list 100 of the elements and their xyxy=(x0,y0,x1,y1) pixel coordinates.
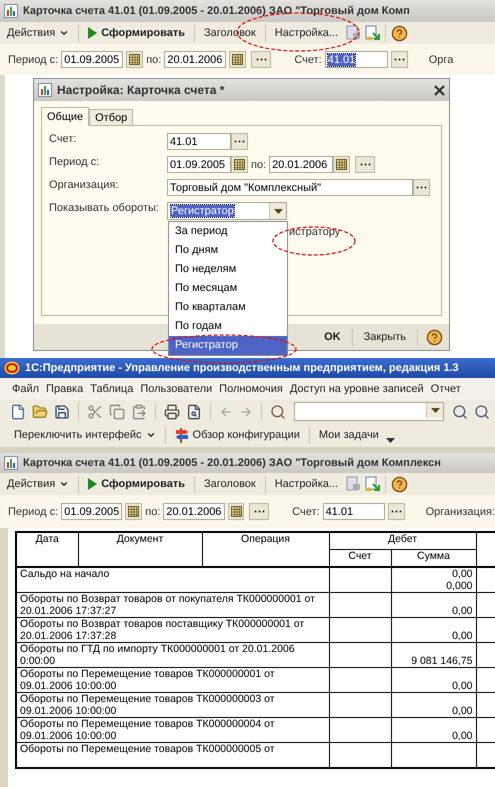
menu-item[interactable]: Файл xyxy=(10,382,42,396)
paste-icon[interactable] xyxy=(131,404,147,420)
period-select-button[interactable] xyxy=(249,503,270,520)
signpost-icon xyxy=(174,427,189,443)
search-icon[interactable] xyxy=(270,404,286,420)
caret-icon xyxy=(430,408,440,413)
document-arrow-icon[interactable] xyxy=(364,476,380,492)
organization-field[interactable]: Торговый дом "Комплексный" xyxy=(167,179,413,196)
menu-item[interactable]: Таблица xyxy=(88,382,136,396)
calendar-button[interactable] xyxy=(333,156,350,173)
ellipsis-icon xyxy=(360,163,371,166)
search-previous-icon[interactable] xyxy=(474,404,490,420)
select-button[interactable] xyxy=(390,51,408,68)
my-tasks-button[interactable]: Мои задачи xyxy=(314,427,383,443)
period-label: Период с: xyxy=(49,156,100,170)
ellipsis-icon xyxy=(254,510,265,513)
calendar-icon xyxy=(234,159,245,170)
caret-icon[interactable] xyxy=(386,438,395,442)
window-title: Карточка счета 41.01 (01.09.2005 - 20.01.2006) ЗАО "Торговый дом Комп xyxy=(23,5,410,17)
date-field[interactable]: 20.01.2006 xyxy=(164,51,226,68)
table-cell: Обороты по Перемещение товаров ТК000000001 от 09.01.2006 10:00:00 xyxy=(16,668,329,692)
table-cell: Сальдо на начало xyxy=(16,567,329,592)
tab[interactable]: Отбор xyxy=(89,109,134,126)
help-icon[interactable] xyxy=(391,24,408,42)
preview-icon[interactable] xyxy=(186,404,202,420)
organization-label: Организация: xyxy=(426,506,495,518)
dropdown-button[interactable] xyxy=(426,403,443,418)
table-cell: Обороты по Возврат товаров от покупателя ТК000000001 от 20.01.2006 17:37:27 xyxy=(16,592,329,618)
search-next-icon[interactable] xyxy=(452,404,468,420)
ellipsis-icon xyxy=(234,140,245,143)
select-button[interactable] xyxy=(231,133,248,150)
select-button[interactable] xyxy=(388,503,405,520)
table-cell: Обороты по Перемещение товаров ТК000000003 от 09.01.2006 10:00:00 xyxy=(16,692,329,718)
document-arrow-icon[interactable] xyxy=(364,25,380,41)
header-button[interactable]: Заголовок xyxy=(200,25,260,41)
date-field[interactable]: 20.01.2006 xyxy=(269,156,334,173)
new-document-icon[interactable] xyxy=(10,404,26,420)
menu-item[interactable]: Правка xyxy=(44,382,86,396)
report-icon xyxy=(4,456,18,470)
to-label: по: xyxy=(145,506,160,518)
folder-icon[interactable] xyxy=(32,404,48,420)
calendar-icon xyxy=(128,506,140,517)
cut-icon[interactable] xyxy=(87,404,103,420)
copy-icon[interactable] xyxy=(109,404,125,420)
caret-icon xyxy=(59,479,70,489)
help-icon[interactable] xyxy=(426,328,443,346)
amount-cell-text: 0,00 xyxy=(451,730,472,742)
generate-button[interactable]: Сформировать xyxy=(84,476,189,492)
ellipsis-icon xyxy=(416,186,427,189)
period-select-button[interactable] xyxy=(355,156,376,173)
amount-cell-text: 9 081 146,75 xyxy=(410,655,472,667)
save-icon[interactable] xyxy=(54,404,70,420)
account-field[interactable]: 41.01 xyxy=(324,51,388,68)
organization-label: Организация: xyxy=(49,179,120,193)
switch-interface-menu[interactable]: Переключить интерфейс xyxy=(10,427,160,443)
amount-cell-text: 0,00 xyxy=(451,680,472,692)
header-button[interactable]: Заголовок xyxy=(200,476,260,492)
calendar-button[interactable] xyxy=(231,156,248,173)
to-label: по: xyxy=(146,54,162,66)
amount-cell-text: 0,000 xyxy=(445,580,472,592)
logo-icon xyxy=(4,361,20,375)
to-label: по: xyxy=(251,158,266,170)
settings-button[interactable]: Настройка... xyxy=(270,476,342,492)
help-icon[interactable] xyxy=(391,476,408,492)
ellipsis-icon xyxy=(390,510,402,513)
actions-menu[interactable]: Действия xyxy=(3,25,74,41)
calendar-button[interactable] xyxy=(126,51,144,68)
account-field[interactable]: 41.01 xyxy=(167,133,231,150)
document-icon[interactable] xyxy=(345,25,362,41)
actions-menu[interactable]: Действия xyxy=(3,476,74,492)
close-button[interactable]: Закрыть xyxy=(360,329,409,345)
search-field[interactable] xyxy=(294,402,444,421)
calendar-button[interactable] xyxy=(228,503,244,520)
calendar-icon xyxy=(129,54,140,65)
amount-cell-text: 0,00 xyxy=(451,605,472,617)
select-button[interactable] xyxy=(413,179,430,196)
window-title: 1С:Предприятие - Управление производственным предприятием, редакция 1.3 xyxy=(25,362,459,374)
generate-button[interactable]: Сформировать xyxy=(84,25,189,41)
tab[interactable]: Общие xyxy=(41,107,90,126)
close-icon[interactable] xyxy=(434,84,445,96)
period-select-button[interactable] xyxy=(251,51,272,68)
ok-button[interactable]: OK xyxy=(321,329,344,345)
dropdown-item[interactable]: Регистратор xyxy=(169,336,287,355)
period-label: Период с: xyxy=(8,506,58,518)
account-field[interactable]: 41.01 xyxy=(322,503,385,520)
calendar-button[interactable] xyxy=(229,51,246,68)
date-field[interactable]: 20.01.2006 xyxy=(163,503,225,520)
dropdown-button[interactable] xyxy=(269,203,286,219)
caret-icon xyxy=(59,28,70,38)
print-icon[interactable] xyxy=(164,404,180,420)
menu-item[interactable]: Пользователи xyxy=(138,382,214,396)
menu-item[interactable]: Доступ на уровне записей xyxy=(288,382,426,396)
window-title: Карточка счета 41.01 (01.09.2005 - 20.01.2006) ЗАО "Торговый дом Комплексн xyxy=(23,457,441,469)
menu-item[interactable]: Полномочия xyxy=(217,382,285,396)
menu-item[interactable]: Отчет xyxy=(428,382,463,396)
date-field[interactable]: 01.09.2005 xyxy=(167,156,231,173)
calendar-button[interactable] xyxy=(125,503,142,520)
config-overview-button[interactable]: Обзор конфигурации xyxy=(170,425,304,445)
date-field[interactable]: 01.09.2005 xyxy=(61,503,122,520)
date-field[interactable]: 01.09.2005 xyxy=(61,51,124,68)
